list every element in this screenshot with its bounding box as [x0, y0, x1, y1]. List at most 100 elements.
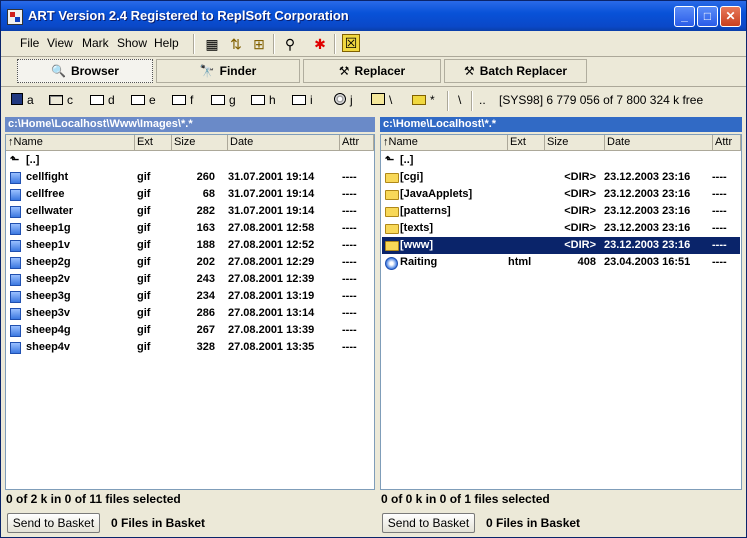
cell-date: 27.08.2001 12:39: [228, 273, 315, 285]
file-row[interactable]: ⬑ [..]: [7, 152, 373, 169]
parent-dir-button[interactable]: ..: [479, 93, 486, 107]
cell-date: 27.08.2001 12:29: [228, 256, 315, 268]
menu-file[interactable]: File: [20, 36, 39, 50]
file-row[interactable]: sheep1g gif 163 27.08.2001 12:58 ----: [7, 220, 373, 237]
drive-c[interactable]: c: [49, 93, 73, 107]
browser-mode-button[interactable]: 🔍 Browser: [17, 59, 153, 83]
file-row[interactable]: cellfree gif 68 31.07.2001 19:14 ----: [7, 186, 373, 203]
magnifier-icon: 🔍: [51, 64, 66, 78]
cell-size: <DIR>: [564, 171, 596, 183]
drive-a[interactable]: a: [11, 93, 34, 107]
file-row[interactable]: sheep1v gif 188 27.08.2001 12:52 ----: [7, 237, 373, 254]
hard-drive-icon: [251, 95, 265, 105]
cd-drive-icon: [334, 93, 346, 105]
network-icon: [371, 93, 385, 105]
image-file-icon: [10, 172, 21, 184]
tree-icon[interactable]: ⊞: [249, 34, 269, 54]
cell-name: sheep3g: [26, 290, 71, 302]
file-row[interactable]: [patterns] <DIR> 23.12.2003 23:16 ----: [382, 203, 740, 220]
left-file-list[interactable]: ↑Name Ext Size Date Attr ⬑ [..] cellfight g…: [5, 134, 375, 490]
star-icon[interactable]: ✱: [310, 34, 330, 54]
cell-size: 163: [196, 222, 215, 234]
left-basket-bar: Send to Basket 0 Files in Basket: [5, 512, 375, 534]
folder-icon: [385, 173, 399, 183]
maximize-button[interactable]: □: [697, 6, 718, 27]
menu-mark[interactable]: Mark: [82, 36, 109, 50]
drive-h[interactable]: h: [251, 93, 276, 107]
file-row[interactable]: [JavaApplets] <DIR> 23.12.2003 23:16 ----: [382, 186, 740, 203]
hard-drive-icon: [49, 95, 63, 105]
col-size[interactable]: Size: [545, 135, 605, 151]
parent-dir-icon: ⬑: [10, 154, 20, 166]
right-file-list[interactable]: ↑Name Ext Size Date Attr ⬑ [..] [cgi] <DIR>…: [380, 134, 742, 490]
file-row[interactable]: [cgi] <DIR> 23.12.2003 23:16 ----: [382, 169, 740, 186]
floppy-icon: [11, 93, 23, 105]
menu-help[interactable]: Help: [154, 36, 179, 50]
right-panel-path[interactable]: c:\Home\Localhost\*.*: [380, 117, 742, 132]
cell-attr: ----: [712, 239, 727, 251]
drive-f[interactable]: f: [172, 93, 193, 107]
col-name[interactable]: ↑Name: [6, 135, 135, 151]
cell-attr: ----: [342, 290, 357, 302]
file-row[interactable]: sheep3v gif 286 27.08.2001 13:14 ----: [7, 305, 373, 322]
col-ext[interactable]: Ext: [508, 135, 545, 151]
exit-icon[interactable]: ☒: [342, 34, 360, 52]
hard-drive-icon: [131, 95, 145, 105]
search-tool-icon[interactable]: ⚲: [280, 34, 300, 54]
cell-name: Raiting: [400, 256, 438, 268]
file-row[interactable]: sheep3g gif 234 27.08.2001 13:19 ----: [7, 288, 373, 305]
col-date[interactable]: Date: [228, 135, 340, 151]
drive-separator: [447, 91, 449, 111]
cell-name: cellwater: [26, 205, 74, 217]
finder-mode-button[interactable]: 🔭 Finder: [156, 59, 300, 83]
drive-e[interactable]: e: [131, 93, 156, 107]
file-row[interactable]: sheep2g gif 202 27.08.2001 12:29 ----: [7, 254, 373, 271]
file-row[interactable]: cellwater gif 282 31.07.2001 19:14 ----: [7, 203, 373, 220]
col-ext[interactable]: Ext: [135, 135, 172, 151]
file-row[interactable]: sheep4v gif 328 27.08.2001 13:35 ----: [7, 339, 373, 356]
cell-date: 31.07.2001 19:14: [228, 171, 315, 183]
batch-replacer-mode-button[interactable]: ⚒ Batch Replacer: [444, 59, 587, 83]
col-name[interactable]: ↑Name: [381, 135, 508, 151]
cell-size: 243: [196, 273, 215, 285]
replacer-mode-button[interactable]: ⚒ Replacer: [303, 59, 441, 83]
app-icon[interactable]: [7, 9, 23, 25]
col-attr[interactable]: Attr: [340, 135, 374, 151]
grid-icon[interactable]: ▦: [202, 34, 222, 54]
send-to-basket-button[interactable]: Send to Basket: [382, 513, 475, 533]
col-size[interactable]: Size: [172, 135, 228, 151]
root-dir-button[interactable]: \: [458, 93, 461, 107]
col-attr[interactable]: Attr: [713, 135, 741, 151]
drive-g[interactable]: g: [211, 93, 236, 107]
cell-name: [..]: [400, 154, 414, 166]
file-row[interactable]: Raiting html 408 23.04.2003 16:51 ----: [382, 254, 740, 271]
menu-show[interactable]: Show: [117, 36, 147, 50]
sort-icon[interactable]: ⇅: [226, 34, 246, 54]
file-row[interactable]: cellfight gif 260 31.07.2001 19:14 ----: [7, 169, 373, 186]
network-drive[interactable]: \: [371, 93, 392, 107]
file-row[interactable]: sheep4g gif 267 27.08.2001 13:39 ----: [7, 322, 373, 339]
file-row[interactable]: [www] <DIR> 23.12.2003 23:16 ----: [382, 237, 740, 254]
cell-name: [JavaApplets]: [400, 188, 473, 200]
col-date[interactable]: Date: [605, 135, 713, 151]
file-row[interactable]: ⬑ [..]: [382, 152, 740, 169]
cell-name: sheep4g: [26, 324, 71, 336]
close-button[interactable]: ✕: [720, 6, 741, 27]
toolbar-separator: [273, 34, 275, 54]
drive-d[interactable]: d: [90, 93, 115, 107]
minimize-button[interactable]: _: [674, 6, 695, 27]
cell-name: sheep1v: [26, 239, 71, 251]
drive-j[interactable]: j: [334, 93, 353, 107]
cell-ext: gif: [137, 324, 151, 336]
file-row[interactable]: [texts] <DIR> 23.12.2003 23:16 ----: [382, 220, 740, 237]
drive-i[interactable]: i: [292, 93, 313, 107]
left-panel-path[interactable]: c:\Home\Localhost\Www\Images\*.*: [5, 117, 375, 132]
cell-name: [texts]: [400, 222, 434, 234]
menu-bar: File View Mark Show Help ▦ ⇅ ⊞ ⚲ ✱ ☒: [1, 31, 746, 57]
file-row[interactable]: sheep2v gif 243 27.08.2001 12:39 ----: [7, 271, 373, 288]
send-to-basket-button[interactable]: Send to Basket: [7, 513, 100, 533]
title-bar[interactable]: ART Version 2.4 Registered to ReplSoft C…: [1, 1, 746, 31]
menu-view[interactable]: View: [47, 36, 73, 50]
cell-name: [..]: [26, 154, 40, 166]
favorites-drive[interactable]: *: [412, 93, 435, 107]
